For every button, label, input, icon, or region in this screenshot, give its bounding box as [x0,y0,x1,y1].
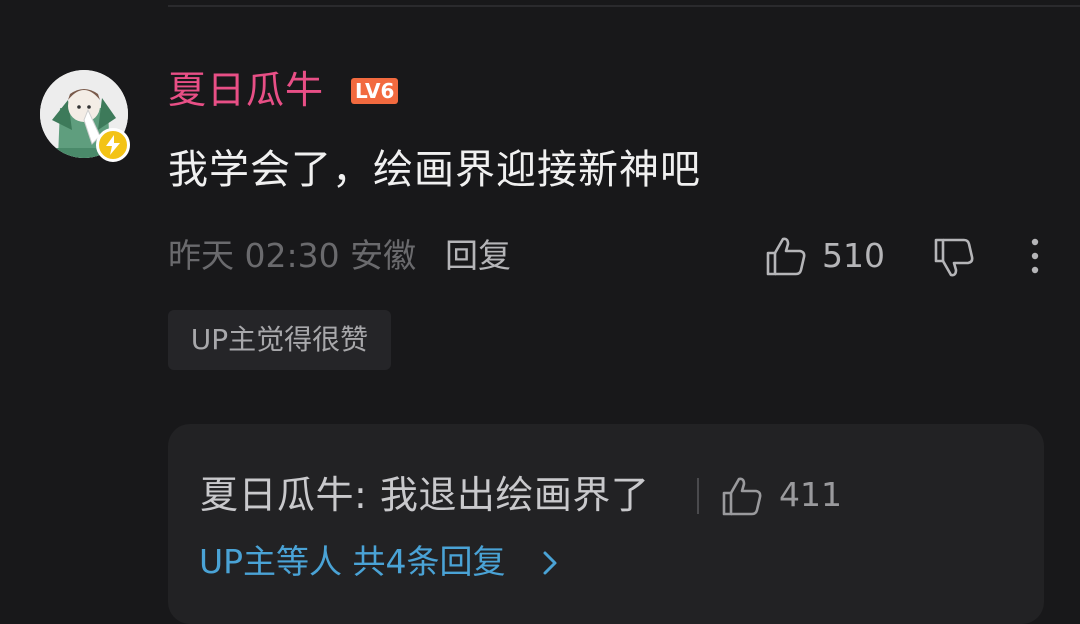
reply-like-count: 411 [779,475,842,514]
reply-thumbs-up-icon[interactable] [720,474,764,518]
lightning-badge [96,128,130,162]
level-badge: LV6 [351,78,399,104]
comment-text: 我学会了，绘画界迎接新神吧 [168,147,701,193]
more-replies-link[interactable]: UP主等人 共4条回复 [199,539,506,585]
thumbs-down-icon[interactable] [932,236,976,280]
username[interactable]: 夏日瓜牛 [168,66,324,114]
reply-preview-text[interactable]: 夏日瓜牛: 我退出绘画界了 [200,470,649,520]
top-divider [168,5,1080,7]
reply-button[interactable]: 回复 [445,234,511,278]
thumbs-up-icon[interactable] [764,234,808,278]
lightning-icon [106,135,120,155]
reply-preview-box[interactable] [168,424,1044,624]
up-liked-tag: UP主觉得很赞 [168,310,391,370]
reply-divider [697,478,699,514]
comment-meta: 昨天 02:30 安徽 [168,236,417,275]
like-count: 510 [822,236,885,275]
more-vertical-icon[interactable] [1020,236,1050,276]
chevron-right-icon[interactable] [540,548,560,578]
